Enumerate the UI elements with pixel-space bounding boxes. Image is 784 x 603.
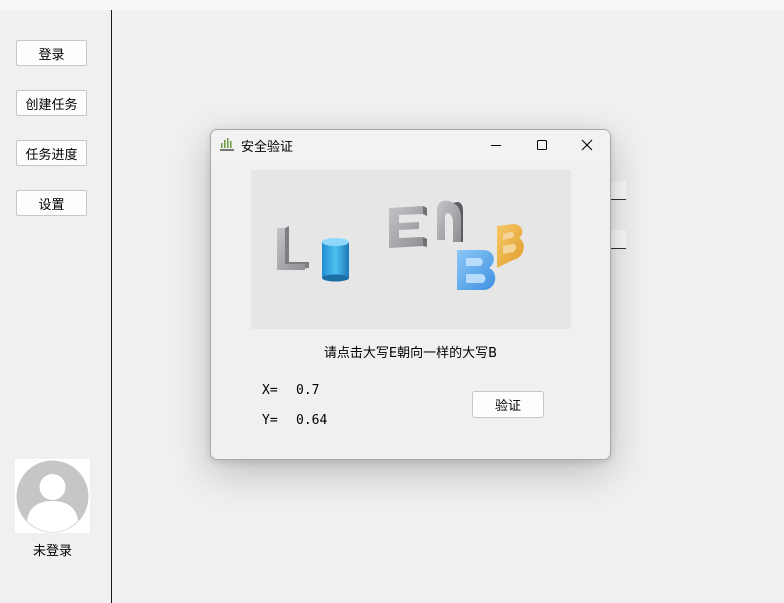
dialog-title: 安全验证 bbox=[241, 140, 294, 155]
captcha-letter-B-orange bbox=[497, 224, 524, 268]
captcha-cylinder bbox=[322, 238, 349, 282]
captcha-scene bbox=[277, 200, 524, 290]
sidebar: 登录 创建任务 任务进度 设置 未登录 bbox=[0, 10, 112, 603]
create-task-button[interactable]: 创建任务 bbox=[16, 90, 87, 116]
captcha-letter-L bbox=[277, 226, 309, 270]
maximize-icon bbox=[537, 140, 547, 150]
login-status-label: 未登录 bbox=[32, 544, 72, 559]
captcha-instruction: 请点击大写E朝向一样的大写B bbox=[323, 346, 498, 361]
background-input[interactable] bbox=[609, 230, 626, 249]
dialog-titlebar[interactable]: 安全验证 bbox=[211, 130, 610, 160]
background-input[interactable] bbox=[609, 181, 626, 200]
captcha-letter-E bbox=[389, 206, 427, 248]
captcha-letter-B-blue bbox=[457, 250, 496, 290]
app-logo-icon bbox=[220, 138, 234, 151]
captcha-image[interactable] bbox=[251, 170, 571, 329]
close-button[interactable] bbox=[564, 130, 610, 160]
minimize-icon bbox=[491, 145, 501, 146]
x-coordinate-value: 0.7 bbox=[296, 383, 320, 398]
user-silhouette-icon bbox=[16, 460, 89, 533]
settings-button[interactable]: 设置 bbox=[16, 190, 87, 216]
top-strip bbox=[0, 0, 784, 10]
avatar[interactable] bbox=[15, 459, 90, 533]
maximize-button[interactable] bbox=[519, 130, 565, 160]
login-button[interactable]: 登录 bbox=[16, 40, 87, 66]
x-coordinate-label: X= bbox=[262, 383, 278, 398]
close-icon bbox=[581, 139, 593, 151]
minimize-button[interactable] bbox=[473, 130, 519, 160]
captcha-letter-n bbox=[437, 200, 463, 242]
y-coordinate-value: 0.64 bbox=[296, 413, 328, 428]
y-coordinate-label: Y= bbox=[262, 413, 278, 428]
security-verification-dialog: 安全验证 请点击大写E朝向一样的大写B X= 0.7 Y= 0.64 验证 bbox=[210, 129, 611, 460]
task-progress-button[interactable]: 任务进度 bbox=[16, 140, 87, 166]
verify-button[interactable]: 验证 bbox=[472, 391, 544, 418]
